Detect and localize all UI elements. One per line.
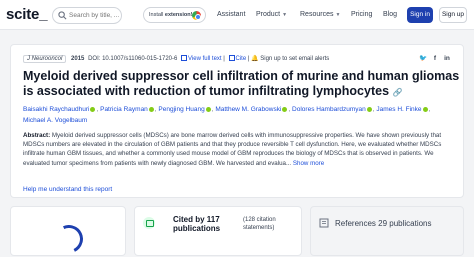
chevron-down-icon: ▼ (282, 12, 288, 18)
search-box[interactable] (52, 7, 122, 24)
paper-title: Myeloid derived suppressor cell infiltra… (23, 69, 460, 98)
orcid-icon (422, 106, 428, 112)
abstract-text: Myeloid derived suppressor cells (MDSCs)… (23, 132, 442, 167)
bell-icon: 🔔 (251, 56, 259, 62)
install-prefix: Install (149, 12, 165, 18)
help-understand-link[interactable]: Help me understand this report (23, 186, 112, 193)
author-list: Baisakhi Raychaudhuri, Patricia Rayman, … (23, 106, 431, 124)
facebook-icon[interactable]: f (431, 55, 439, 63)
cite-link[interactable]: Cite (236, 56, 247, 62)
author-link[interactable]: James H. Finke (376, 106, 421, 113)
cited-by-tab[interactable]: Cited by 117 publications (128 citation … (134, 206, 302, 256)
sign-in-button[interactable]: Sign in (407, 7, 433, 23)
citation-statements: (128 citation statements) (243, 217, 276, 231)
abstract-label: Abstract: (23, 132, 51, 139)
twitter-icon[interactable]: 🐦 (419, 55, 427, 63)
references-count: References 29 publications (335, 219, 432, 228)
author-link[interactable]: Pengjing Huang (158, 106, 204, 113)
orcid-icon (148, 106, 154, 112)
orcid-icon (366, 106, 372, 112)
orcid-icon (90, 106, 96, 112)
quote-icon (228, 55, 235, 61)
references-icon (319, 218, 329, 228)
link-icon[interactable]: 🔗 (393, 88, 403, 97)
orcid-icon (282, 106, 288, 112)
orcid-icon (205, 106, 211, 112)
email-alert-link[interactable]: Sign up to set email alerts (260, 56, 329, 62)
paper-meta: J Neurooncol 2015 DOI: 10.1007/s11060-01… (23, 55, 329, 63)
search-input[interactable] (69, 9, 119, 22)
nav-resources[interactable]: Resources ▼ (300, 11, 340, 18)
top-navbar: scite_ Install extension! Assistant Prod… (0, 0, 474, 30)
scite-logo[interactable]: scite_ (6, 6, 48, 23)
citation-icon (143, 217, 155, 229)
install-extension-button[interactable]: Install extension! (143, 7, 206, 23)
pub-year: 2015 (71, 56, 85, 62)
chevron-down-icon: ▼ (335, 12, 341, 18)
cited-by-count: Cited by 117 publications (173, 215, 221, 233)
share-icons: 🐦 f in (419, 55, 451, 63)
nav-assistant[interactable]: Assistant (217, 11, 245, 18)
doi: DOI: 10.1007/s11060-015-1720-6 (88, 56, 178, 62)
paper-card: J Neurooncol 2015 DOI: 10.1007/s11060-01… (10, 44, 464, 198)
loading-panel (10, 206, 126, 257)
abstract: Abstract: Myeloid derived suppressor cel… (23, 131, 459, 168)
external-link-icon (181, 55, 188, 61)
author-link[interactable]: Michael A. Vogelbaum (23, 117, 87, 124)
view-full-text-link[interactable]: View full text (188, 56, 222, 62)
search-icon (58, 11, 67, 20)
nav-blog[interactable]: Blog (383, 11, 397, 18)
author-link[interactable]: Dolores Hambardzumyan (292, 106, 366, 113)
chrome-icon (192, 11, 201, 20)
install-bold: extension! (164, 12, 193, 18)
author-link[interactable]: Baisakhi Raychaudhuri (23, 106, 89, 113)
linkedin-icon[interactable]: in (443, 55, 451, 63)
loading-spinner (51, 221, 87, 257)
nav-product[interactable]: Product ▼ (256, 11, 287, 18)
journal-badge[interactable]: J Neurooncol (23, 55, 67, 63)
author-link[interactable]: Patricia Rayman (100, 106, 148, 113)
show-more-link[interactable]: Show more (293, 160, 324, 167)
sign-up-button[interactable]: Sign up (439, 7, 467, 23)
nav-pricing[interactable]: Pricing (351, 11, 372, 18)
author-link[interactable]: Matthew M. Grabowski (215, 106, 281, 113)
references-tab[interactable]: References 29 publications (310, 206, 464, 256)
